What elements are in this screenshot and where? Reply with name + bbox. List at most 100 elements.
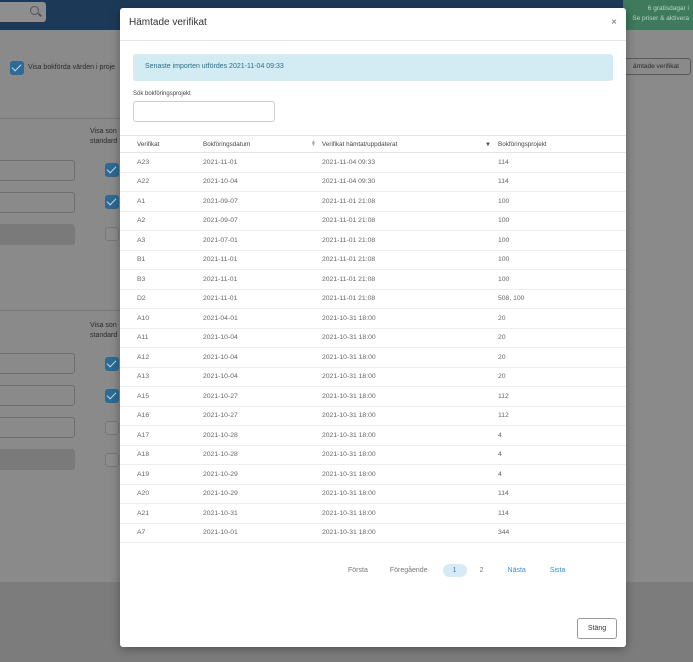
cell-booking-project: 100: [498, 211, 626, 231]
standard-checkbox[interactable]: [105, 195, 119, 209]
cell-voucher: A13: [120, 367, 203, 387]
cell-voucher: A15: [120, 386, 203, 407]
cell-booking-project: 114: [498, 503, 626, 524]
cell-booking-project: 100: [498, 269, 626, 290]
cell-booking-project: 4: [498, 425, 626, 446]
table-row: A1 2021-09-07 2021-11-01 21:08 100: [120, 191, 626, 212]
cell-booking-project: 508, 100: [498, 289, 626, 309]
cell-booking-date: 2021-11-01: [203, 289, 322, 309]
cell-voucher: A2: [120, 211, 203, 231]
table-row: A21 2021-10-31 2021-10-31 18:00 114: [120, 503, 626, 524]
cell-voucher: A1: [120, 191, 203, 212]
cell-fetched-updated: 2021-11-01 21:08: [322, 211, 498, 231]
pagination-page-2[interactable]: 2: [480, 567, 484, 574]
cell-fetched-updated: 2021-10-31 18:00: [322, 523, 498, 543]
standard-checkbox[interactable]: [105, 453, 119, 467]
account-input[interactable]: [0, 192, 75, 213]
pagination: Första Föregående 1 2 Nästa Sista: [348, 563, 565, 577]
cell-booking-project: 114: [498, 152, 626, 173]
cell-booking-project: 112: [498, 406, 626, 426]
column-header-voucher[interactable]: Verifikat: [120, 135, 203, 153]
cell-booking-date: 2021-10-27: [203, 406, 322, 426]
cell-booking-date: 2021-09-07: [203, 211, 322, 231]
cell-fetched-updated: 2021-10-31 18:00: [322, 386, 498, 407]
cell-booking-date: 2021-07-01: [203, 230, 322, 251]
close-icon[interactable]: ×: [611, 18, 617, 28]
standard-checkbox[interactable]: [105, 227, 119, 241]
column-header-booking-date[interactable]: Bokföringsdatum ▲ ▼: [203, 135, 322, 153]
search-project-input[interactable]: [133, 101, 275, 122]
cell-booking-project: 100: [498, 250, 626, 270]
cell-booking-date: 2021-10-31: [203, 503, 322, 524]
cell-booking-project: 100: [498, 191, 626, 212]
divider: [0, 310, 120, 311]
table-row: A17 2021-10-28 2021-10-31 18:00 4: [120, 425, 626, 446]
cell-fetched-updated: 2021-10-31 18:00: [322, 445, 498, 465]
modal-title: Hämtade verifikat: [129, 17, 207, 28]
close-button[interactable]: Stäng: [577, 618, 617, 639]
search-project-label: Sök bokföringsprojekt: [133, 91, 191, 97]
cell-voucher: A10: [120, 308, 203, 329]
cell-fetched-updated: 2021-10-31 18:00: [322, 406, 498, 426]
cell-voucher: A17: [120, 425, 203, 446]
standard-checkbox[interactable]: [105, 421, 119, 435]
sort-icon: ▲ ▼: [311, 139, 316, 148]
account-input[interactable]: [0, 160, 75, 181]
cell-voucher: A11: [120, 328, 203, 348]
cell-booking-date: 2021-10-29: [203, 484, 322, 504]
pagination-previous[interactable]: Föregående: [390, 567, 428, 574]
cell-booking-project: 114: [498, 484, 626, 504]
cell-voucher: A12: [120, 347, 203, 368]
cell-booking-project: 4: [498, 445, 626, 465]
table-row: B1 2021-11-01 2021-11-01 21:08 100: [120, 250, 626, 270]
table-row: A15 2021-10-27 2021-10-31 18:00 112: [120, 386, 626, 407]
promo-line-1: 6 gratisdagar i: [647, 5, 689, 12]
fetched-vouchers-modal: Hämtade verifikat × Senaste importen utf…: [120, 8, 626, 647]
cell-fetched-updated: 2021-10-31 18:00: [322, 425, 498, 446]
cell-voucher: A22: [120, 172, 203, 192]
cell-fetched-updated: 2021-11-01 21:08: [322, 230, 498, 251]
table-row: A19 2021-10-29 2021-10-31 18:00 4: [120, 464, 626, 485]
table-row: A3 2021-07-01 2021-11-01 21:08 100: [120, 230, 626, 251]
standard-checkbox[interactable]: [105, 357, 119, 371]
cell-fetched-updated: 2021-11-04 09:30: [322, 172, 498, 192]
pagination-page-1[interactable]: 1: [442, 563, 467, 577]
cell-booking-date: 2021-10-04: [203, 172, 322, 192]
cell-voucher: A21: [120, 503, 203, 524]
cell-voucher: A23: [120, 152, 203, 173]
column-header-fetched-updated-label: Verifikat hämtat/uppdaterat: [322, 140, 398, 148]
pagination-next[interactable]: Nästa: [508, 567, 526, 574]
table-row: A12 2021-10-04 2021-10-31 18:00 20: [120, 347, 626, 368]
account-input[interactable]: [0, 353, 75, 374]
show-booked-values-checkbox[interactable]: [10, 61, 24, 75]
app-search-field[interactable]: [0, 2, 46, 22]
trial-promo-banner[interactable]: 6 gratisdagar i Se priser & aktivera: [623, 0, 693, 30]
standard-checkbox[interactable]: [105, 389, 119, 403]
cell-voucher: A19: [120, 464, 203, 485]
cell-booking-date: 2021-10-04: [203, 328, 322, 348]
cell-voucher: A3: [120, 230, 203, 251]
table-row: A10 2021-04-01 2021-10-31 18:00 20: [120, 308, 626, 329]
fetched-vouchers-button[interactable]: ämtade verifikat: [621, 58, 691, 75]
column-header-fetched-updated[interactable]: Verifikat hämtat/uppdaterat ▼: [322, 135, 498, 153]
cell-fetched-updated: 2021-11-01 21:08: [322, 269, 498, 290]
account-input[interactable]: [0, 417, 75, 438]
pagination-last[interactable]: Sista: [550, 567, 566, 574]
cell-booking-date: 2021-04-01: [203, 308, 322, 329]
cell-fetched-updated: 2021-10-31 18:00: [322, 347, 498, 368]
cell-voucher: A16: [120, 406, 203, 426]
cell-voucher: A7: [120, 523, 203, 543]
cell-voucher: B1: [120, 250, 203, 270]
cell-fetched-updated: 2021-10-31 18:00: [322, 328, 498, 348]
column-header-booking-project[interactable]: Bokföringsprojekt: [498, 135, 626, 153]
account-input[interactable]: [0, 385, 75, 406]
table-row: A22 2021-10-04 2021-11-04 09:30 114: [120, 172, 626, 192]
pagination-first[interactable]: Första: [348, 567, 368, 574]
cell-booking-date: 2021-10-28: [203, 445, 322, 465]
cell-booking-date: 2021-11-01: [203, 269, 322, 290]
standard-checkbox[interactable]: [105, 163, 119, 177]
cell-booking-date: 2021-10-01: [203, 523, 322, 543]
column-label: Visa son: [90, 128, 117, 135]
cell-booking-date: 2021-10-28: [203, 425, 322, 446]
table-row: D2 2021-11-01 2021-11-01 21:08 508, 100: [120, 289, 626, 309]
